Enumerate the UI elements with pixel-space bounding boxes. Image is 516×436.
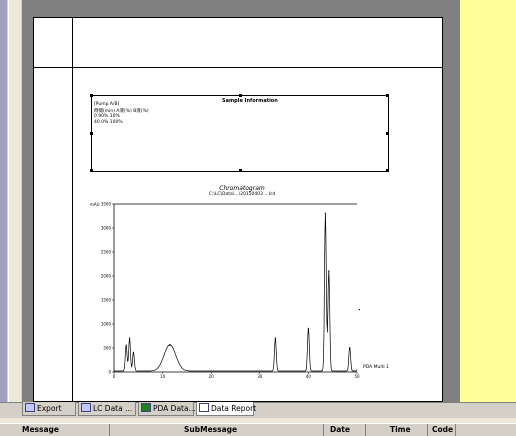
x-tick-label: 40 [306,374,312,379]
y-tick-label: 2500 [101,250,112,255]
resize-handle[interactable] [239,169,242,172]
peak-point [349,347,351,349]
y-tick-label: 500 [103,346,111,351]
sample-info-line: 0 90% 10% [94,114,120,119]
column-header-date[interactable]: Date [324,424,366,436]
resize-handle[interactable] [239,94,242,97]
pda-data-icon [141,403,151,412]
tab-pda-data[interactable]: PDA Data... [138,402,196,416]
lc-data-icon [81,403,91,412]
peak-point [358,309,361,311]
column-header-code[interactable]: Code [428,424,456,436]
tab-export[interactable]: Export [22,402,76,416]
legend-label: PDA Multi 1 [363,364,389,370]
y-tick-label: 2000 [101,274,112,279]
tab-lc-data[interactable]: LC Data ... [78,402,136,416]
tab-label: Data Report [211,404,257,413]
peak-point [274,337,276,339]
resize-handle[interactable] [90,169,93,172]
y-tick-label: 3500 [101,202,112,207]
tab-label: Export [37,404,62,413]
series-trace [114,212,358,372]
resize-handle[interactable] [386,94,389,97]
column-header-time[interactable]: Time [366,424,428,436]
sample-info-box[interactable]: Sample Information [Pump A/B] 時間(min) A液… [90,94,389,172]
chromatogram-plot: 0 500 1000 1500 2000 2500 3000 3500 0 10 20 30 40 50 m… [90,202,389,380]
tab-label: PDA Data... [153,404,196,413]
peak-point [324,213,327,215]
tab-data-report[interactable]: Data Report [196,402,257,416]
left-panel-scrollbar[interactable] [8,0,21,402]
chromatogram-box[interactable]: Chromatogram C:\LC\Data\...\20150403 ...… [87,183,397,381]
peak-point [132,352,135,354]
resize-handle[interactable] [90,94,93,97]
peak-point [169,345,171,347]
x-tick-label: 10 [160,374,166,379]
x-tick-label: 20 [209,374,215,379]
x-tick-label: 50 [354,374,360,379]
left-panel [0,0,23,402]
column-header-extra[interactable] [456,424,516,436]
peak-point [328,270,330,272]
message-list-header: Message SubMessage Date Time Code [0,423,516,436]
column-header-submessage[interactable]: SubMessage [110,424,324,436]
y-tick-label: 1000 [101,322,112,327]
y-tick-label: 0 [108,370,111,375]
peak-point [307,328,309,330]
peak-point [128,337,131,339]
resize-handle[interactable] [386,132,389,135]
y-tick-label: 3000 [101,226,112,231]
x-tick-label: 0 [113,374,116,379]
sample-info-title: Sample Information [222,98,278,104]
tab-label: LC Data ... [93,404,133,413]
export-icon [25,403,35,412]
data-report-icon [199,403,209,412]
x-tick-label: 30 [257,374,263,379]
column-header-message[interactable]: Message [0,424,110,436]
peak-point [125,345,127,347]
y-axis-label: mAU [90,202,100,207]
left-panel-strip [0,0,7,402]
resize-handle[interactable] [386,169,389,172]
sample-info-line: 40 0% 100% [94,120,123,125]
sample-info-line: [Pump A/B] [94,102,120,107]
resize-handle[interactable] [90,132,93,135]
y-tick-label: 1500 [101,298,112,303]
